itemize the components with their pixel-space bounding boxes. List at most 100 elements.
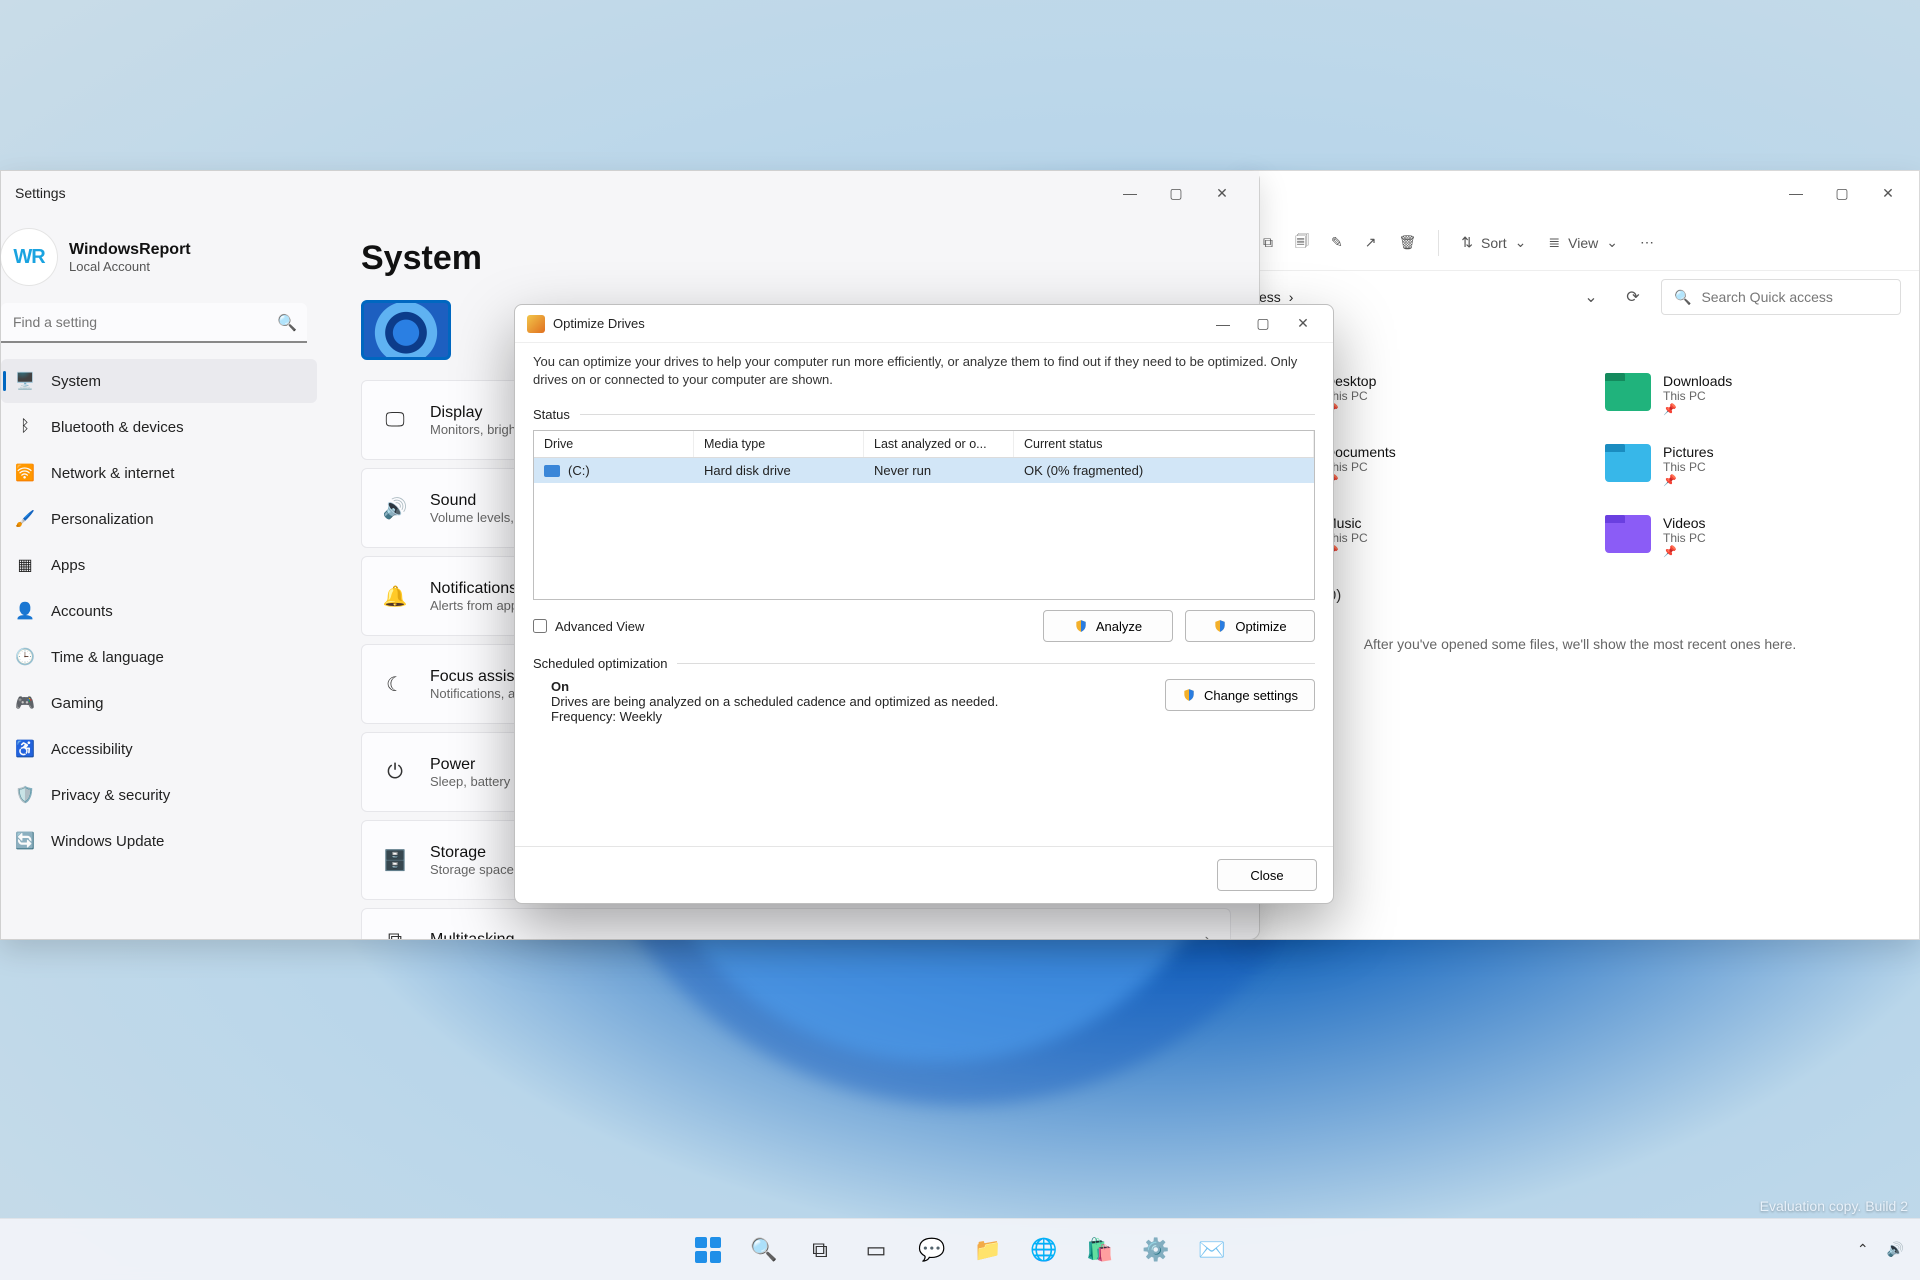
tray-chevron-icon[interactable]: ⌃: [1857, 1241, 1869, 1258]
address-dropdown-icon[interactable]: ⌄: [1577, 287, 1605, 307]
more-menu[interactable]: ⋯: [1640, 234, 1654, 251]
tile-icon: ☾: [382, 672, 408, 697]
breadcrumb-tail: ess: [1259, 289, 1281, 305]
analyze-button[interactable]: Analyze: [1043, 610, 1173, 642]
optimize-button[interactable]: Optimize: [1185, 610, 1315, 642]
paste-icon[interactable]: 🗐: [1295, 231, 1309, 255]
drive-row-c[interactable]: (C:) Hard disk drive Never run OK (0% fr…: [534, 458, 1314, 483]
widgets-icon[interactable]: ▭: [854, 1228, 898, 1272]
sidebar-item-personalization[interactable]: 🖌️Personalization: [1, 497, 317, 541]
chevron-right-icon: ›: [1205, 931, 1210, 939]
optimize-drives-dialog: Optimize Drives — ▢ ✕ You can optimize y…: [514, 304, 1334, 904]
tile-icon: 🔊: [382, 496, 408, 521]
settings-close-button[interactable]: ✕: [1199, 177, 1245, 209]
quick-access-pictures[interactable]: Pictures This PC 📌: [1605, 444, 1893, 487]
folder-location: This PC: [1663, 389, 1732, 403]
mail-icon[interactable]: ✉️: [1190, 1228, 1234, 1272]
nav-label: Bluetooth & devices: [51, 419, 184, 436]
desktop-preview-thumb[interactable]: [361, 300, 451, 360]
chevron-right-icon: ›: [1289, 289, 1294, 305]
change-settings-button[interactable]: Change settings: [1165, 679, 1315, 711]
breadcrumb[interactable]: ess ›: [1259, 289, 1293, 305]
explorer-search-input[interactable]: 🔍 Search Quick access: [1661, 279, 1901, 315]
quick-access-downloads[interactable]: Downloads This PC 📌: [1605, 373, 1893, 416]
search-icon: 🔍: [1674, 289, 1691, 306]
nav-label: Windows Update: [51, 833, 164, 850]
col-last[interactable]: Last analyzed or o...: [864, 431, 1014, 457]
start-button[interactable]: [686, 1228, 730, 1272]
drives-table[interactable]: Drive Media type Last analyzed or o... C…: [533, 430, 1315, 600]
shield-icon: [1074, 619, 1088, 633]
sidebar-item-privacy-security[interactable]: 🛡️Privacy & security: [1, 773, 317, 817]
nav-label: Network & internet: [51, 465, 174, 482]
settings-taskbar-icon[interactable]: ⚙️: [1134, 1228, 1178, 1272]
avatar: WR: [1, 229, 57, 285]
search-icon: 🔍: [277, 313, 297, 333]
view-menu[interactable]: ≣ View ⌄: [1548, 234, 1618, 251]
pin-icon: 📌: [1663, 403, 1732, 416]
settings-minimize-button[interactable]: —: [1107, 177, 1153, 209]
nav-label: Accessibility: [51, 741, 133, 758]
tile-icon: ⏻: [382, 761, 408, 784]
nav-icon: 🛜: [15, 463, 35, 483]
folders-section-header[interactable]: ⌄ s (6): [1267, 341, 1893, 359]
nav-label: Apps: [51, 557, 85, 574]
sidebar-item-system[interactable]: 🖥️System: [1, 359, 317, 403]
evaluation-watermark: Evaluation copy. Build 2: [1760, 1198, 1908, 1214]
share-icon[interactable]: ↗: [1365, 234, 1377, 251]
sidebar-item-windows-update[interactable]: 🔄Windows Update: [1, 819, 317, 863]
nav-icon: ▦: [15, 555, 35, 575]
shield-icon: [1213, 619, 1227, 633]
window-title: Settings: [15, 185, 66, 201]
sidebar-item-apps[interactable]: ▦ Apps: [1, 543, 317, 587]
task-view-icon[interactable]: ⧉: [798, 1228, 842, 1272]
advanced-view-checkbox[interactable]: Advanced View: [533, 619, 644, 634]
folder-icon: [1605, 444, 1651, 482]
tile-icon: 🔔: [382, 584, 408, 609]
nav-icon: 👤: [15, 601, 35, 621]
folder-name: Documents: [1325, 444, 1396, 460]
pin-icon: 📌: [1663, 474, 1714, 487]
taskbar-search-icon[interactable]: 🔍: [742, 1228, 786, 1272]
col-drive[interactable]: Drive: [534, 431, 694, 457]
rename-icon[interactable]: ✎: [1331, 234, 1343, 251]
folder-location: This PC: [1663, 460, 1714, 474]
col-media[interactable]: Media type: [694, 431, 864, 457]
settings-tile-multitasking[interactable]: ⧉ Multitasking ›: [361, 908, 1231, 939]
folder-name: Pictures: [1663, 444, 1714, 460]
dialog-maximize-button[interactable]: ▢: [1243, 310, 1283, 338]
sidebar-item-bluetooth-devices[interactable]: ᛒBluetooth & devices: [1, 405, 317, 449]
file-explorer-icon[interactable]: 📁: [966, 1228, 1010, 1272]
sidebar-item-accessibility[interactable]: ♿Accessibility: [1, 727, 317, 771]
col-current[interactable]: Current status: [1014, 431, 1314, 457]
settings-search-input[interactable]: [1, 303, 307, 343]
recent-section-header[interactable]: ⌄ t files (0): [1267, 586, 1893, 604]
sidebar-item-network-internet[interactable]: 🛜 Network & internet: [1, 451, 317, 495]
store-icon[interactable]: 🛍️: [1078, 1228, 1122, 1272]
dialog-close-button[interactable]: ✕: [1283, 310, 1323, 338]
copy-icon[interactable]: ⧉: [1263, 234, 1273, 251]
explorer-close-button[interactable]: ✕: [1865, 177, 1911, 209]
close-button[interactable]: Close: [1217, 859, 1317, 891]
tile-icon: 🗄️: [382, 848, 408, 873]
explorer-maximize-button[interactable]: ▢: [1819, 177, 1865, 209]
explorer-minimize-button[interactable]: —: [1773, 177, 1819, 209]
delete-icon[interactable]: 🗑: [1398, 234, 1416, 251]
sort-menu[interactable]: ⇅ Sort ⌄: [1461, 234, 1526, 251]
dialog-title: Optimize Drives: [553, 316, 645, 331]
settings-maximize-button[interactable]: ▢: [1153, 177, 1199, 209]
profile-subtitle: Local Account: [69, 259, 191, 274]
quick-access-videos[interactable]: Videos This PC 📌: [1605, 515, 1893, 558]
profile-block[interactable]: WR WindowsReport Local Account: [1, 229, 317, 303]
sidebar-item-accounts[interactable]: 👤Accounts: [1, 589, 317, 633]
folder-name: Downloads: [1663, 373, 1732, 389]
tray-network-icon[interactable]: 🔊: [1887, 1241, 1904, 1258]
dialog-minimize-button[interactable]: —: [1203, 310, 1243, 338]
edge-icon[interactable]: 🌐: [1022, 1228, 1066, 1272]
nav-label: Personalization: [51, 511, 154, 528]
chat-icon[interactable]: 💬: [910, 1228, 954, 1272]
status-label: Status: [533, 407, 570, 422]
sidebar-item-gaming[interactable]: 🎮Gaming: [1, 681, 317, 725]
refresh-icon[interactable]: ⟳: [1619, 287, 1647, 307]
sidebar-item-time-language[interactable]: 🕒Time & language: [1, 635, 317, 679]
